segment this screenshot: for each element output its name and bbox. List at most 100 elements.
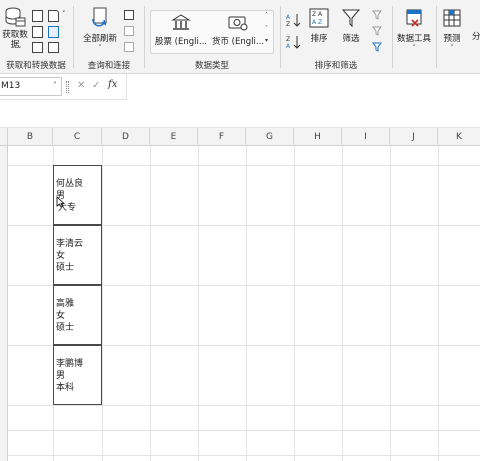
database-icon	[5, 7, 26, 27]
currencies-label: 货币 (Engli...	[211, 37, 264, 47]
get-data-label: 获取数据	[2, 30, 28, 50]
advanced-filter-icon[interactable]	[372, 42, 382, 52]
column-header-k[interactable]: K	[438, 128, 480, 146]
from-picture-icon[interactable]	[32, 42, 43, 53]
from-table-icon[interactable]	[32, 26, 43, 38]
cell-gender: 女	[56, 311, 66, 321]
filter-button[interactable]: 筛选	[338, 8, 364, 48]
group-sort-filter: A Z Z A Z A A Z 排序 筛选 排序和筛选	[282, 0, 390, 74]
existing-connections-icon[interactable]	[48, 42, 59, 53]
column-header-d[interactable]: D	[102, 128, 150, 146]
reapply-filter-icon[interactable]	[372, 26, 382, 36]
gallery-more-icon[interactable]: ▾	[265, 37, 268, 44]
record-card[interactable]: 李鹏博 男 本科	[53, 345, 102, 405]
sort-ascending-button[interactable]: A Z	[286, 12, 302, 28]
enter-icon[interactable]: ✓	[92, 80, 100, 91]
grid-column-line	[102, 146, 103, 461]
grid-column-line	[198, 146, 199, 461]
group-separator	[144, 6, 145, 68]
chevron-down-icon: ˅	[412, 44, 416, 52]
from-web-icon[interactable]	[48, 10, 59, 22]
gallery-scroll-up-icon[interactable]: ˄	[265, 12, 268, 19]
refresh-all-button[interactable]: 全部刷新 ˅	[82, 6, 118, 52]
record-card[interactable]: 何丛良 男 大专	[53, 165, 102, 225]
column-header-g[interactable]: G	[246, 128, 294, 146]
sort-label: 排序	[310, 34, 328, 44]
row-headers[interactable]	[0, 146, 8, 461]
forecast-label: 预测	[443, 34, 461, 44]
group-data-types: 股票 (Engli... 货币 (Engli... ˄ ˅ ▾ 数据类型	[146, 0, 278, 74]
cell-name: 李鹏博	[56, 359, 84, 369]
name-box-value: M13	[1, 81, 21, 91]
cancel-icon[interactable]: ✕	[77, 80, 85, 91]
formula-input[interactable]	[126, 74, 480, 100]
grid-row-line	[8, 455, 480, 456]
group-separator	[280, 6, 281, 68]
stocks-button[interactable]: 股票 (Engli...	[152, 12, 210, 52]
sort-dialog-icon: Z A A Z	[309, 8, 329, 28]
gallery-scroll-down-icon[interactable]: ˅	[265, 25, 268, 32]
cell-name: 李清云	[56, 239, 84, 249]
cell-name: 何丛良	[56, 179, 84, 189]
grid-row-line	[8, 405, 480, 406]
insert-function-icon[interactable]: fx	[108, 79, 117, 90]
grid-column-line	[246, 146, 247, 461]
column-header-i[interactable]: I	[342, 128, 390, 146]
filter-funnel-icon	[341, 9, 361, 28]
record-card[interactable]: 李清云 女 硕士	[53, 225, 102, 285]
forecast-icon	[443, 9, 461, 27]
svg-text:A: A	[286, 14, 291, 21]
edit-links-icon[interactable]	[124, 42, 134, 52]
dropdown-more-icon[interactable]: ˅	[62, 10, 66, 18]
svg-text:Z: Z	[286, 36, 290, 43]
bank-icon	[171, 14, 191, 30]
column-header-f[interactable]: F	[198, 128, 246, 146]
from-text-csv-icon[interactable]	[32, 10, 43, 22]
name-box[interactable]: M13 ˅	[0, 77, 62, 96]
properties-icon[interactable]	[124, 26, 134, 36]
currencies-button[interactable]: 货币 (Engli...	[210, 12, 266, 52]
svg-text:A: A	[286, 43, 291, 50]
cell-education: 硕士	[56, 323, 75, 333]
group-separator	[73, 6, 74, 68]
refresh-icon	[92, 7, 107, 27]
column-header-c[interactable]: C	[53, 128, 102, 146]
outline-button[interactable]: 分	[472, 30, 480, 44]
cell-education: 本科	[56, 383, 75, 393]
chevron-down-icon: ˅	[18, 46, 22, 54]
data-tools-label: 数据工具	[396, 34, 431, 44]
record-card[interactable]: 高雅 女 硕士	[53, 285, 102, 345]
outline-label: 分	[472, 32, 480, 42]
formula-bar-grip-icon[interactable]	[66, 81, 69, 93]
cell-education: 硕士	[56, 263, 75, 273]
column-header-b[interactable]: B	[8, 128, 53, 146]
column-header-h[interactable]: H	[294, 128, 342, 146]
select-all-corner[interactable]	[0, 128, 8, 146]
group-label-sort-filter: 排序和筛选	[314, 61, 358, 71]
mouse-cursor-icon	[56, 196, 66, 208]
chevron-down-icon: ˅	[450, 44, 454, 52]
refresh-all-label: 全部刷新	[82, 34, 117, 44]
grid-column-line	[390, 146, 391, 461]
sort-z-to-a-icon: Z A	[286, 36, 301, 50]
chevron-down-icon[interactable]: ˅	[53, 81, 57, 90]
forecast-button[interactable]: 预测 ˅	[438, 8, 466, 52]
group-separator	[392, 6, 393, 68]
group-label-get-transform: 获取和转换数据	[6, 61, 66, 71]
get-data-button[interactable]: 获取数据 ˅	[2, 6, 28, 56]
chevron-down-icon: ˅	[98, 44, 102, 52]
cell-gender: 男	[56, 371, 66, 381]
grid-column-line	[294, 146, 295, 461]
sort-descending-button[interactable]: Z A	[286, 34, 302, 50]
data-tools-button[interactable]: 数据工具 ˅	[394, 8, 434, 52]
recent-sources-icon[interactable]	[48, 26, 59, 38]
group-label-data-types: 数据类型	[194, 61, 229, 71]
column-header-e[interactable]: E	[150, 128, 198, 146]
queries-connections-icon[interactable]	[124, 10, 134, 20]
filter-label: 筛选	[342, 34, 360, 44]
sort-a-to-z-icon: A Z	[286, 14, 301, 28]
column-header-j[interactable]: J	[390, 128, 438, 146]
clear-filter-icon[interactable]	[372, 10, 382, 20]
sort-button[interactable]: Z A A Z 排序	[306, 8, 332, 48]
group-separator	[436, 6, 437, 68]
